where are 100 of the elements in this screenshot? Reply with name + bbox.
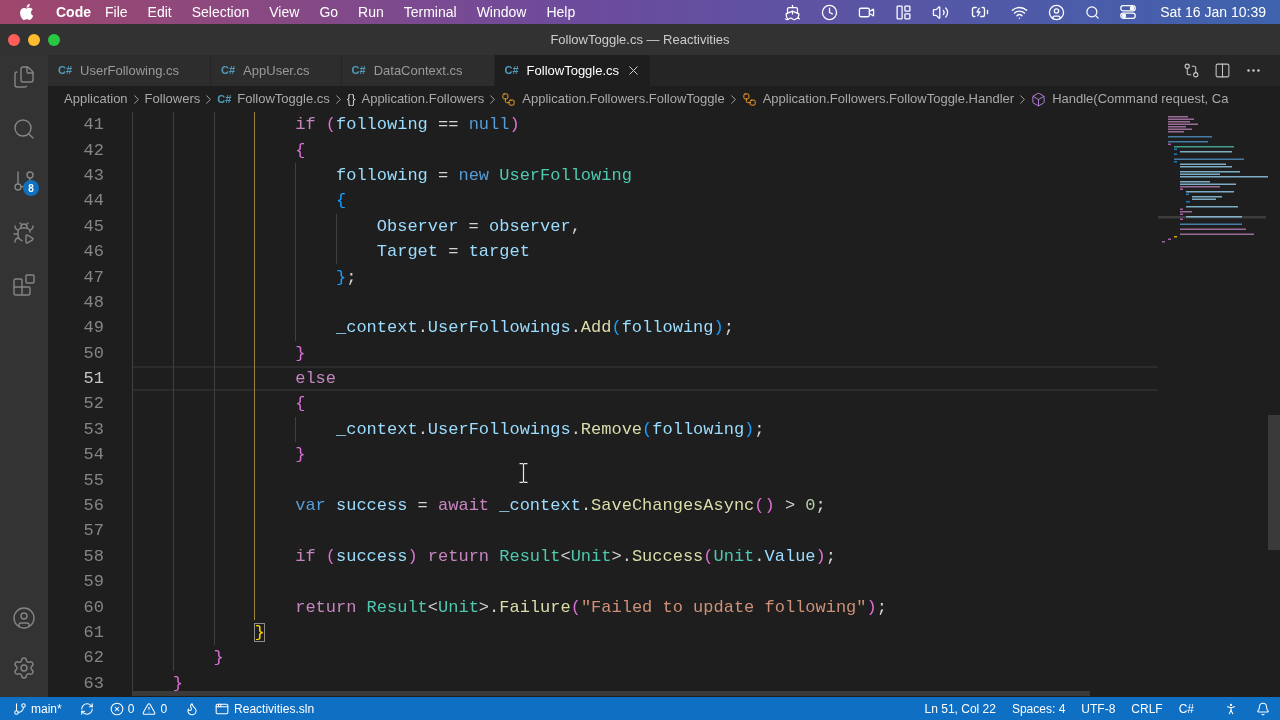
line-number: 60 (83, 596, 104, 618)
line-number: 62 (83, 647, 104, 669)
branch-button[interactable]: main* (13, 699, 62, 718)
breadcrumb-item[interactable]: C# FollowToggle.cs (217, 89, 330, 109)
person-icon[interactable] (1224, 701, 1238, 716)
workflow-icon (741, 91, 757, 107)
menu-item[interactable]: View (259, 1, 310, 23)
menu-item[interactable]: Window (466, 1, 537, 23)
search-icon[interactable] (12, 117, 36, 141)
search-icon[interactable] (1085, 4, 1101, 20)
line-number: 52 (83, 393, 104, 415)
apple-icon[interactable] (20, 4, 34, 20)
menu-item[interactable]: File (95, 1, 138, 23)
zoom-window-button[interactable] (48, 33, 60, 46)
breadcrumb-item[interactable]: Application (64, 89, 128, 109)
clock-icon[interactable] (821, 3, 839, 21)
code-line: } (213, 647, 224, 669)
code-line: else (295, 368, 336, 390)
layout-icon[interactable] (895, 3, 913, 21)
branch-icon (13, 701, 27, 716)
toggles-icon[interactable] (1120, 5, 1137, 19)
bell-icon[interactable] (1256, 701, 1270, 716)
breadcrumb-item[interactable]: {} Application.Followers (346, 89, 485, 109)
volume-icon[interactable] (932, 3, 950, 21)
menu-item[interactable]: Terminal (393, 1, 467, 23)
editor-tab[interactable]: C# FollowToggle.cs (494, 55, 651, 86)
settings-icon[interactable] (12, 656, 36, 680)
menu-item[interactable]: Edit (137, 1, 182, 23)
code-line: } (295, 444, 306, 466)
blocks-icon[interactable] (12, 273, 36, 297)
code-line: if (success) return Result<Unit>.Success(Unit.Value); (295, 545, 836, 567)
editor-tab[interactable]: C# AppUser.cs (211, 55, 342, 86)
file-type-icon: C# (221, 62, 236, 79)
horizontal-scrollbar-thumb[interactable] (132, 691, 1090, 696)
line-number: 61 (83, 622, 104, 643)
namespace-icon: {} (346, 89, 356, 109)
line-number: 46 (83, 241, 104, 263)
code-line: var success = await _context.SaveChangesAsync() > 0; (295, 495, 826, 517)
line-number: 48 (83, 291, 104, 313)
line-number: 63 (83, 672, 104, 694)
code-line: { (295, 393, 306, 415)
code-line: }; (336, 266, 357, 288)
user-circle-icon[interactable] (12, 606, 36, 630)
line-number: 59 (83, 571, 104, 593)
menu-item[interactable]: Run (348, 1, 394, 23)
branch-icon[interactable] (12, 169, 36, 193)
language-button[interactable]: C# (1178, 699, 1194, 718)
code-line: } (254, 622, 265, 643)
breadcrumb-item[interactable]: Handle(Command request, Ca (1031, 89, 1229, 109)
file-type-icon: C# (217, 90, 232, 108)
text-cursor-icon (519, 463, 528, 483)
line-number: 45 (83, 215, 104, 237)
breadcrumb-item[interactable]: Application.Followers.FollowToggle (501, 89, 725, 109)
solution-button[interactable]: Reactivities.sln (215, 699, 315, 718)
split-editor-icon[interactable] (1214, 62, 1231, 79)
line-number: 50 (83, 342, 104, 364)
line-number: 54 (83, 444, 104, 466)
error-icon (109, 701, 124, 716)
editor-tab[interactable]: C# UserFollowing.cs (48, 55, 212, 86)
file-type-icon: C# (504, 62, 519, 79)
minimize-window-button[interactable] (28, 33, 40, 46)
cursor-position-button[interactable]: Ln 51, Col 22 (924, 699, 996, 718)
files-icon[interactable] (12, 65, 36, 89)
code-line: } (295, 342, 306, 364)
ship-icon[interactable] (784, 3, 802, 21)
code-line: Target = target (376, 241, 530, 263)
close-window-button[interactable] (8, 33, 20, 46)
scrollbar-thumb[interactable] (1268, 415, 1280, 550)
file-type-icon: C# (351, 62, 366, 79)
line-number: 49 (83, 317, 104, 339)
editor-tab[interactable]: C# DataContext.cs (341, 55, 495, 86)
minimap[interactable] (1158, 114, 1268, 246)
indentation-button[interactable]: Spaces: 4 (1011, 699, 1066, 718)
breadcrumb-item[interactable]: Application.Followers.FollowToggle.Handler (741, 89, 1015, 109)
code-line: _context.UserFollowings.Add(following); (336, 317, 734, 339)
window-title: FollowToggle.cs — Reactivities (550, 30, 730, 49)
app-menu[interactable]: Code (52, 1, 95, 23)
menu-item[interactable]: Help (536, 1, 586, 23)
code-line: { (336, 190, 347, 212)
code-line: following = new UserFollowing (336, 164, 632, 186)
code-line: Observer = observer, (376, 215, 581, 237)
code-line: return Result<Unit>.Failure("Failed to update following"); (295, 596, 887, 618)
breadcrumb-item[interactable]: Followers (144, 89, 201, 109)
menu-item[interactable]: Selection (181, 1, 260, 23)
menu-item[interactable]: Go (309, 1, 349, 23)
sync-icon[interactable] (79, 701, 94, 716)
line-number: 42 (83, 139, 104, 161)
line-number: 44 (83, 190, 104, 212)
encoding-button[interactable]: UTF-8 (1081, 699, 1116, 718)
code-line: { (295, 139, 306, 161)
problems-button[interactable]: 0 0 (109, 699, 168, 718)
bug-play-icon[interactable] (12, 221, 36, 245)
cube-icon (1031, 91, 1047, 107)
window-icon (215, 701, 230, 716)
menu-bar-clock[interactable]: Sat 16 Jan 10:39 (1160, 1, 1266, 23)
line-number: 55 (83, 469, 104, 491)
line-number: 43 (83, 164, 104, 186)
flame-icon[interactable] (185, 701, 200, 716)
compare-icon[interactable] (1183, 62, 1200, 79)
line-ending-button[interactable]: CRLF (1131, 699, 1163, 718)
